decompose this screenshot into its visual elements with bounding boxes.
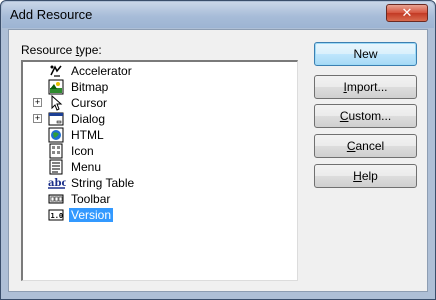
help-accel: H: [353, 169, 362, 183]
menu-icon: [48, 159, 64, 175]
tree-item-label: String Table: [71, 176, 135, 190]
dialog-client-area: Resource type: Accelerator Bitmap + Curs…: [8, 29, 428, 292]
tree-item-bitmap[interactable]: Bitmap: [23, 79, 293, 95]
new-button[interactable]: New: [314, 42, 417, 66]
tree-item-cursor[interactable]: + Cursor: [23, 94, 293, 111]
dialog-icon: [48, 111, 64, 127]
string-table-icon: abc: [48, 175, 68, 191]
custom-button[interactable]: Custom...: [314, 104, 417, 128]
tree-item-label: Icon: [71, 144, 94, 158]
cancel-label: ancel: [355, 139, 385, 153]
tree-item-toolbar[interactable]: Toolbar: [23, 191, 293, 207]
tree-item-string-table[interactable]: abc String Table: [23, 175, 293, 191]
tree-item-label: Version: [69, 208, 114, 222]
toolbar-icon: [48, 191, 64, 207]
cursor-icon: [48, 94, 64, 111]
help-button[interactable]: Help: [314, 164, 417, 188]
tree-item-menu[interactable]: Menu: [23, 159, 293, 175]
window-title: Add Resource: [10, 7, 93, 22]
close-button[interactable]: ✕: [386, 4, 428, 22]
tree-item-label: HTML: [71, 128, 104, 142]
custom-label: ustom...: [348, 109, 392, 123]
expand-icon[interactable]: +: [33, 114, 42, 123]
import-label: mport...: [346, 80, 388, 94]
add-resource-dialog: Add Resource ✕ Resource type: Accelerato…: [0, 0, 436, 300]
resource-type-tree[interactable]: Accelerator Bitmap + Cursor + Dialog HTM…: [21, 60, 298, 281]
label-prefix: Resource: [21, 43, 76, 57]
tree-item-dialog[interactable]: + Dialog: [23, 111, 293, 127]
tree-item-icon[interactable]: Icon: [23, 143, 293, 159]
tree-item-accelerator[interactable]: Accelerator: [23, 63, 293, 79]
bitmap-icon: [48, 79, 64, 95]
tree-item-html[interactable]: HTML: [23, 127, 293, 143]
tree-item-label: Accelerator: [71, 64, 132, 78]
tree-item-label: Toolbar: [71, 192, 111, 206]
resource-type-label: Resource type:: [21, 43, 102, 57]
cancel-button[interactable]: Cancel: [314, 134, 417, 158]
tree-item-version[interactable]: 1.0 Version: [23, 207, 293, 223]
title-bar[interactable]: Add Resource ✕: [2, 2, 434, 28]
expand-icon[interactable]: +: [33, 98, 42, 107]
tree-item-label: Dialog: [71, 112, 106, 126]
accelerator-icon: [48, 63, 64, 79]
icon-resource-icon: [48, 143, 64, 159]
tree-item-label: Menu: [71, 160, 102, 174]
import-button[interactable]: Import...: [314, 75, 417, 99]
tree-item-label: Bitmap: [71, 80, 109, 94]
version-glyph-text: 1.0: [51, 212, 64, 220]
label-suffix: ype:: [79, 43, 102, 57]
html-icon: [48, 127, 64, 143]
help-label: elp: [361, 169, 378, 183]
tree-item-label: Cursor: [71, 96, 108, 110]
version-icon: 1.0: [48, 207, 64, 223]
